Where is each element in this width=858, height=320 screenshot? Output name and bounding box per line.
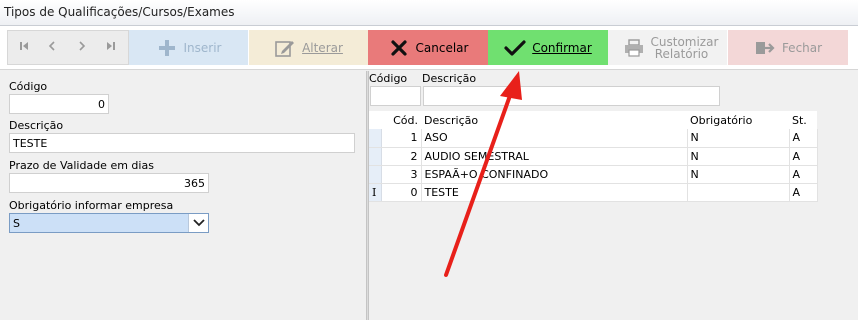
customizar-relatorio-label: Customizar Relatório — [650, 34, 719, 61]
next-record-icon[interactable] — [74, 40, 90, 56]
column-header-cod[interactable]: Cód. — [381, 111, 421, 129]
cell-st[interactable]: A — [789, 165, 818, 184]
confirmar-button[interactable]: Confirmar — [488, 30, 608, 65]
filter-codigo-input[interactable] — [370, 86, 421, 106]
codigo-field[interactable]: 0 — [9, 94, 109, 114]
last-record-icon[interactable] — [103, 40, 119, 56]
cell-cod[interactable]: 2 — [381, 147, 422, 166]
filter-descricao-input[interactable] — [423, 86, 720, 106]
detail-panel: Código 0 Descrição TESTE Prazo de Valida… — [0, 71, 366, 320]
cell-descricao[interactable]: ASO — [421, 129, 688, 148]
cell-obrigatorio[interactable] — [687, 183, 790, 202]
fechar-label: Fechar — [781, 40, 823, 55]
toolbar: Inserir Alterar Cancelar Confirmar Custo — [0, 26, 858, 70]
exit-icon — [754, 37, 776, 59]
cell-cod[interactable]: 1 — [381, 129, 422, 148]
inserir-label: Inserir — [183, 40, 222, 55]
cancelar-label: Cancelar — [415, 40, 469, 55]
row-indicator: I — [369, 183, 382, 202]
cell-st[interactable]: A — [789, 129, 818, 148]
column-header-obrigatorio[interactable]: Obrigatório — [687, 111, 789, 129]
cell-cod[interactable]: 0 — [381, 183, 422, 202]
cell-descricao[interactable]: AUDIO SEMESTRAL — [421, 147, 688, 166]
column-header-st[interactable]: St. — [789, 111, 817, 129]
cell-obrigatorio[interactable]: N — [687, 165, 790, 184]
indicator-header — [369, 111, 381, 129]
row-indicator — [369, 165, 382, 184]
cell-descricao[interactable]: ESPAÃ+O CONFINADO — [421, 165, 688, 184]
title-bar: Tipos de Qualificações/Cursos/Exames — [0, 0, 858, 26]
cell-st[interactable]: A — [789, 183, 818, 202]
previous-record-icon[interactable] — [44, 40, 60, 56]
alterar-button[interactable]: Alterar — [249, 30, 368, 65]
cell-cod[interactable]: 3 — [381, 165, 422, 184]
inserir-button[interactable]: Inserir — [129, 30, 248, 65]
x-icon — [388, 37, 410, 59]
prazo-field[interactable]: 365 — [9, 173, 209, 193]
cell-st[interactable]: A — [789, 147, 818, 166]
cancelar-button[interactable]: Cancelar — [368, 30, 488, 65]
prazo-label: Prazo de Validade em dias — [9, 159, 154, 172]
confirmar-label: Confirmar — [532, 40, 592, 55]
grid-header: Cód. Descrição Obrigatório St. — [369, 111, 817, 129]
table-row[interactable]: 3 ESPAÃ+O CONFINADO N A — [369, 165, 818, 184]
first-record-icon[interactable] — [16, 40, 32, 56]
fechar-button[interactable]: Fechar — [728, 30, 848, 65]
customizar-relatorio-button[interactable]: Customizar Relatório — [608, 30, 727, 65]
obrigatorio-label: Obrigatório informar empresa — [9, 199, 174, 212]
table-row[interactable]: 1 ASO N A — [369, 129, 818, 148]
cell-obrigatorio[interactable]: N — [687, 147, 790, 166]
column-header-descricao[interactable]: Descrição — [421, 111, 687, 129]
window-title: Tipos de Qualificações/Cursos/Exames — [4, 5, 235, 19]
descricao-label: Descrição — [9, 119, 64, 132]
record-navigator — [7, 30, 129, 65]
codigo-label: Código — [9, 80, 48, 93]
filter-codigo-label: Código — [369, 72, 408, 85]
obrigatorio-value: S — [13, 217, 20, 230]
filter-descricao-label: Descrição — [422, 72, 477, 85]
descricao-field[interactable]: TESTE — [9, 133, 355, 153]
table-row[interactable]: 2 AUDIO SEMESTRAL N A — [369, 147, 818, 166]
edit-icon — [274, 37, 296, 59]
table-row[interactable]: I 0 TESTE A — [369, 183, 818, 202]
records-grid: Cód. Descrição Obrigatório St. 1 ASO N A… — [369, 111, 818, 202]
alterar-label: Alterar — [302, 40, 343, 55]
row-indicator — [369, 147, 382, 166]
printer-icon — [623, 37, 645, 59]
window: Tipos de Qualificações/Cursos/Exames Ins… — [0, 0, 858, 320]
obrigatorio-select[interactable]: S — [9, 213, 209, 233]
list-panel: Código Descrição Cód. Descrição Obrigató… — [369, 71, 858, 320]
plus-icon — [156, 37, 178, 59]
cell-obrigatorio[interactable]: N — [687, 129, 790, 148]
cell-descricao[interactable]: TESTE — [421, 183, 688, 202]
chevron-down-icon[interactable] — [188, 214, 208, 232]
row-indicator — [369, 129, 382, 148]
check-icon — [504, 37, 526, 59]
